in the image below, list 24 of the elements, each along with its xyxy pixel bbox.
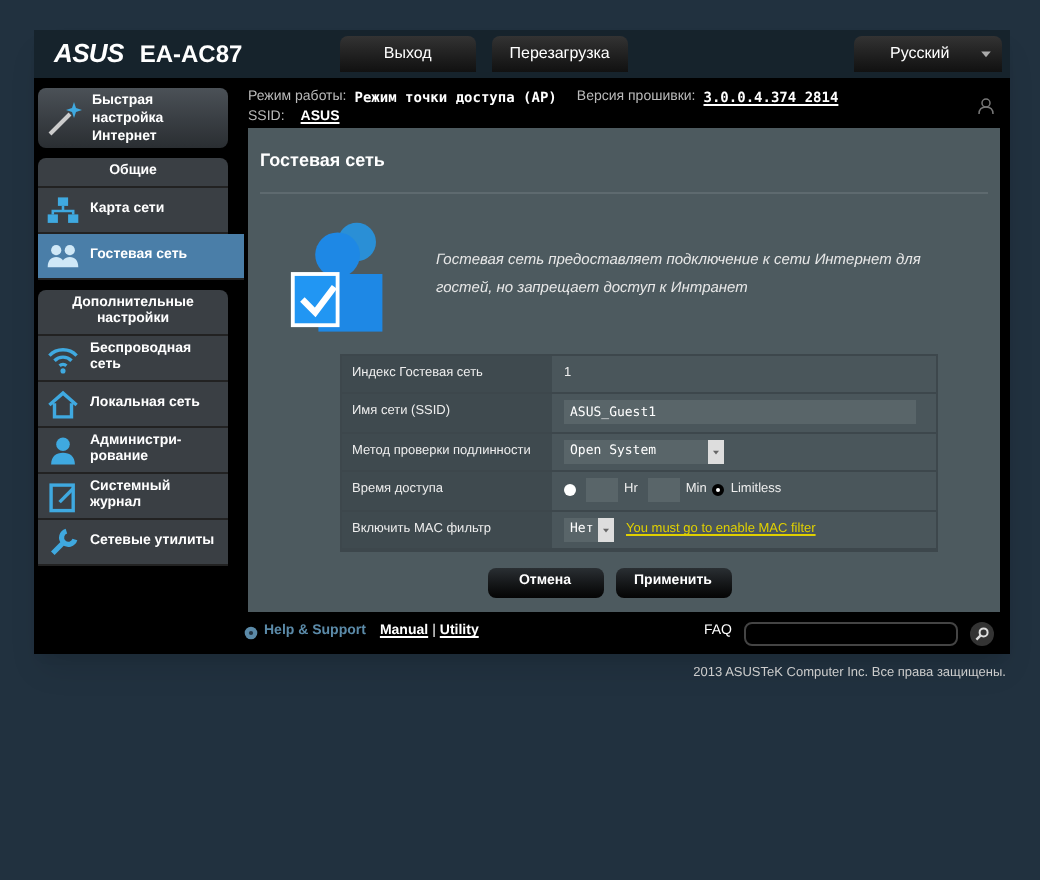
person-icon	[46, 433, 80, 467]
question-icon	[244, 626, 258, 640]
people-icon	[46, 239, 80, 273]
header-button[interactable]: Выход	[339, 36, 476, 72]
house-icon	[46, 387, 80, 421]
panel-title: Гостевая сеть	[260, 148, 988, 193]
search-icon	[974, 625, 990, 641]
header-button[interactable]: Перезагрузка	[491, 36, 628, 72]
search-button[interactable]	[970, 621, 994, 645]
radio-button[interactable]	[712, 484, 725, 497]
notepad-icon	[46, 479, 80, 513]
model-name: EA-AC87	[139, 38, 245, 72]
caret-icon	[978, 46, 994, 62]
caret-icon	[710, 445, 722, 458]
wrench-icon	[46, 525, 80, 559]
magic-wand-icon	[46, 98, 86, 138]
language-dropdown[interactable]: Русский	[854, 36, 1002, 72]
logo: ASUS	[54, 36, 124, 73]
caret-icon	[600, 523, 612, 536]
person-icon	[976, 96, 996, 116]
radio-button[interactable]	[564, 484, 576, 497]
language-label: Русский	[890, 42, 950, 66]
network-icon	[46, 193, 80, 227]
faq-search-field[interactable]	[744, 621, 958, 645]
